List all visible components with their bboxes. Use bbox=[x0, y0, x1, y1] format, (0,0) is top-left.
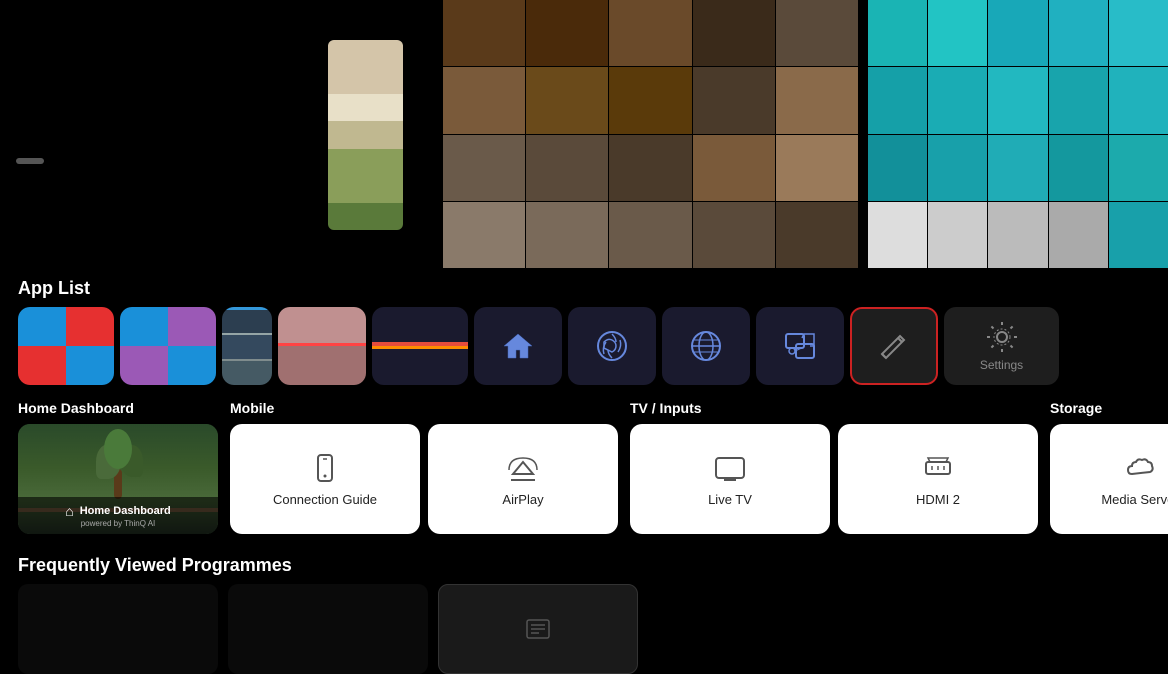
tv-icon bbox=[714, 452, 746, 484]
hdmi-icon bbox=[922, 452, 954, 484]
home-icon bbox=[500, 328, 536, 364]
home-dashboard-card[interactable]: ⌂ Home Dashboard powered by ThinQ AI bbox=[18, 424, 218, 534]
home-dashboard-label: Home Dashboard bbox=[18, 400, 218, 416]
app-list-row: Settings bbox=[18, 307, 1150, 385]
thumb-middle bbox=[443, 0, 858, 268]
mobile-group: Mobile Connection Guide AirPlay bbox=[230, 400, 618, 534]
storage-tiles: Media Server bbox=[1050, 424, 1168, 534]
frequently-viewed-label: Frequently Viewed Programmes bbox=[18, 555, 1150, 576]
thumb-left bbox=[0, 0, 308, 268]
app-tile-3[interactable] bbox=[222, 307, 272, 385]
freq-tile-3[interactable] bbox=[438, 584, 638, 674]
home-dashboard-subtitle: powered by ThinQ AI bbox=[81, 519, 156, 528]
globe-icon bbox=[688, 328, 724, 364]
background-thumbnails bbox=[0, 0, 1168, 268]
app-tile-4[interactable] bbox=[278, 307, 366, 385]
home-dashboard-group: Home Dashboard ⌂ bbox=[18, 400, 218, 534]
media-server-card[interactable]: Media Server bbox=[1050, 424, 1168, 534]
sections-row: Home Dashboard ⌂ bbox=[18, 400, 1150, 534]
app-tile-edit[interactable] bbox=[850, 307, 938, 385]
storage-label: Storage bbox=[1050, 400, 1168, 416]
sports-icon bbox=[594, 328, 630, 364]
home-dashboard-tiles: ⌂ Home Dashboard powered by ThinQ AI bbox=[18, 424, 218, 534]
freq-tile-1[interactable] bbox=[18, 584, 218, 674]
freq-tile-2[interactable] bbox=[228, 584, 428, 674]
hdmi-card[interactable]: HDMI 2 bbox=[838, 424, 1038, 534]
frequently-viewed-row bbox=[18, 584, 1150, 674]
app-tile-globe[interactable] bbox=[662, 307, 750, 385]
home-dash-icon: ⌂ bbox=[65, 503, 73, 519]
thumb-label bbox=[16, 158, 44, 164]
tv-inputs-tiles: Live TV HDMI 2 bbox=[630, 424, 1038, 534]
airplay-label: AirPlay bbox=[502, 492, 543, 507]
storage-group: Storage Media Server bbox=[1050, 400, 1168, 534]
thumb-right bbox=[868, 0, 1168, 268]
app-tile-music[interactable] bbox=[756, 307, 844, 385]
app-tile-5[interactable] bbox=[372, 307, 468, 385]
music-photo-icon bbox=[782, 328, 818, 364]
app-list-label: App List bbox=[18, 278, 1150, 299]
app-tile-settings[interactable]: Settings bbox=[944, 307, 1059, 385]
phone-icon bbox=[309, 452, 341, 484]
tv-inputs-group: TV / Inputs Live TV HDMI 2 bbox=[630, 400, 1038, 534]
tv-inputs-label: TV / Inputs bbox=[630, 400, 1038, 416]
airplay-card[interactable]: AirPlay bbox=[428, 424, 618, 534]
home-dashboard-inner: ⌂ Home Dashboard powered by ThinQ AI bbox=[18, 497, 218, 534]
live-tv-card[interactable]: Live TV bbox=[630, 424, 830, 534]
app-tile-home[interactable] bbox=[474, 307, 562, 385]
app-list-section: App List bbox=[18, 278, 1150, 385]
connection-guide-label: Connection Guide bbox=[273, 492, 377, 507]
settings-icon bbox=[985, 320, 1019, 354]
mobile-tiles: Connection Guide AirPlay bbox=[230, 424, 618, 534]
media-server-label: Media Server bbox=[1101, 492, 1168, 507]
connection-guide-card[interactable]: Connection Guide bbox=[230, 424, 420, 534]
thumb-strip bbox=[328, 40, 403, 230]
edit-icon bbox=[878, 330, 910, 362]
frequently-viewed-section: Frequently Viewed Programmes bbox=[18, 555, 1150, 674]
mobile-label: Mobile bbox=[230, 400, 618, 416]
app-tile-2[interactable] bbox=[120, 307, 216, 385]
hdmi-label: HDMI 2 bbox=[916, 492, 960, 507]
list-icon bbox=[524, 615, 552, 643]
airplay-icon bbox=[507, 452, 539, 484]
live-tv-label: Live TV bbox=[708, 492, 752, 507]
home-dashboard-title: Home Dashboard bbox=[80, 505, 171, 517]
settings-label: Settings bbox=[980, 358, 1023, 372]
app-tile-1[interactable] bbox=[18, 307, 114, 385]
app-tile-sports[interactable] bbox=[568, 307, 656, 385]
cloud-icon bbox=[1124, 452, 1156, 484]
